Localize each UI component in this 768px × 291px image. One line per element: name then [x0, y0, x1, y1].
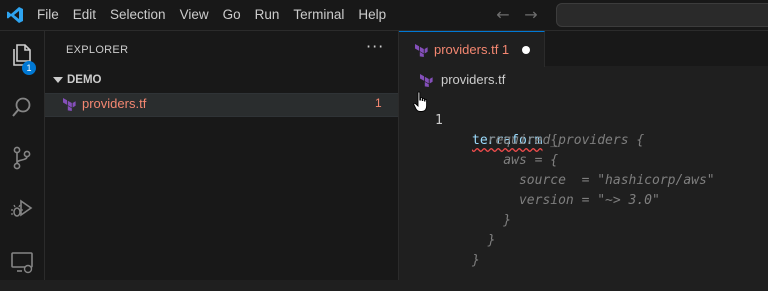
- terraform-icon: [420, 74, 433, 87]
- menu-terminal[interactable]: Terminal: [286, 0, 351, 30]
- search-icon: [12, 97, 31, 117]
- hand-cursor-icon: [413, 91, 428, 112]
- folder-name: DEMO: [67, 74, 102, 86]
- tab-label: providers.tf 1: [434, 42, 510, 57]
- code-line: aws = {: [399, 131, 768, 168]
- forward-arrow-icon[interactable]: →: [520, 4, 542, 26]
- terraform-icon: [415, 44, 428, 57]
- code-line: }: [399, 191, 768, 228]
- menu-help[interactable]: Help: [351, 0, 393, 30]
- more-actions-icon[interactable]: ···: [366, 37, 384, 56]
- file-name: providers.tf: [82, 96, 147, 111]
- run-debug-activity-button[interactable]: [0, 188, 44, 228]
- run-debug-icon: [11, 199, 33, 217]
- menu-bar: File Edit Selection View Go Run Terminal…: [30, 0, 393, 30]
- code-line: version = "~> 3.0": [399, 171, 768, 208]
- back-arrow-icon[interactable]: ←: [492, 4, 514, 26]
- folder-section-demo[interactable]: DEMO: [45, 71, 398, 93]
- explorer-activity-button[interactable]: 1: [0, 35, 44, 75]
- code-text: }: [472, 253, 480, 268]
- remote-explorer-activity-button[interactable]: [0, 242, 44, 282]
- code-line: required_providers {: [399, 111, 768, 148]
- menu-file[interactable]: File: [30, 0, 66, 30]
- code-line: source = "hashicorp/aws": [399, 151, 768, 188]
- vscode-logo-icon: [7, 7, 23, 23]
- source-control-activity-button[interactable]: [0, 138, 44, 178]
- code-line: }: [399, 231, 768, 268]
- explorer-sidebar: EXPLORER ··· DEMO providers.tf 1: [45, 31, 399, 280]
- code-line: 1 terraform {: [399, 91, 768, 148]
- editor-area: providers.tf 1 providers.tf 1 terraform …: [399, 31, 768, 280]
- terraform-icon: [63, 98, 76, 111]
- tab-providers-tf[interactable]: providers.tf 1: [399, 31, 545, 67]
- unsaved-dot-icon[interactable]: [522, 46, 530, 54]
- breadcrumb-file[interactable]: providers.tf: [441, 72, 505, 87]
- explorer-badge: 1: [22, 61, 36, 75]
- menu-run[interactable]: Run: [248, 0, 287, 30]
- source-control-icon: [13, 146, 31, 170]
- remote-explorer-icon: [11, 252, 33, 274]
- search-activity-button[interactable]: [0, 88, 44, 128]
- tab-bar: providers.tf 1: [399, 31, 768, 67]
- title-bar: File Edit Selection View Go Run Terminal…: [0, 0, 768, 31]
- chevron-down-icon: [53, 77, 63, 83]
- code-line: }: [399, 211, 768, 248]
- file-item-providers-tf[interactable]: providers.tf 1: [45, 93, 398, 117]
- command-center-search[interactable]: [556, 3, 768, 27]
- menu-selection[interactable]: Selection: [103, 0, 173, 30]
- menu-edit[interactable]: Edit: [66, 0, 103, 30]
- menu-go[interactable]: Go: [216, 0, 248, 30]
- problem-count: 1: [375, 96, 382, 110]
- menu-view[interactable]: View: [173, 0, 216, 30]
- activity-bar: 1: [0, 31, 45, 280]
- navigation-arrows: ← →: [492, 4, 542, 26]
- explorer-title: EXPLORER: [66, 44, 129, 56]
